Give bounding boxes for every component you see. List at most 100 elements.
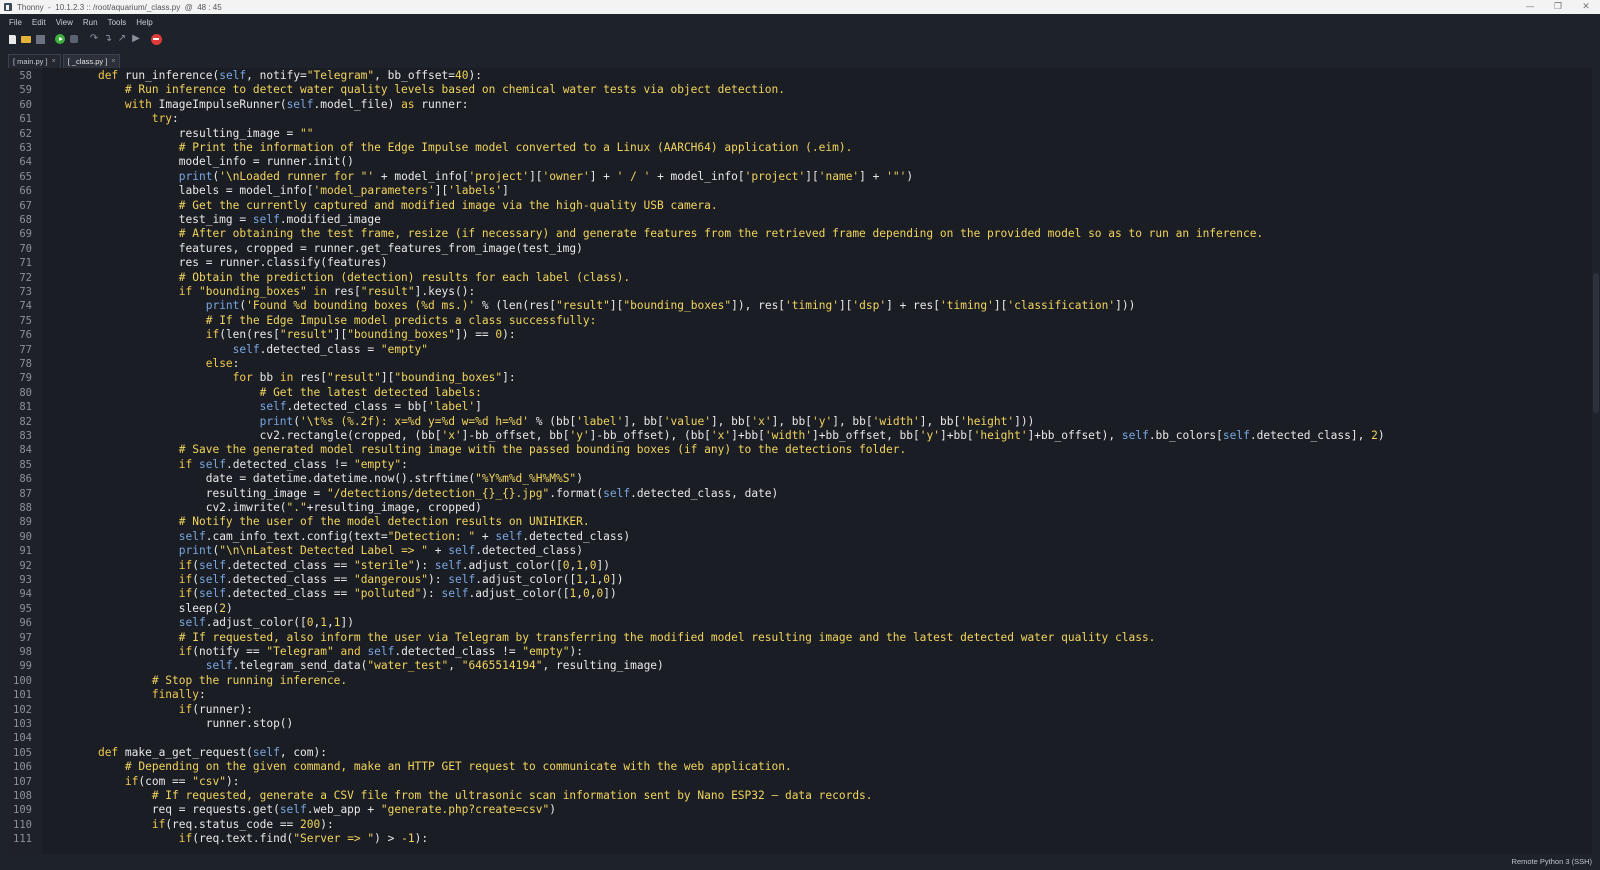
code-line[interactable]: 98 if(notify == "Telegram" and self.dete… [8,645,1592,659]
menu-file[interactable]: File [4,18,27,27]
code-token: .adjust_color([ [205,616,307,630]
code-token: .format( [549,486,604,500]
code-line[interactable]: 104 [8,731,1592,745]
code-line[interactable]: 64 model_info = runner.init() [8,155,1592,169]
code-line[interactable]: 67 # Get the currently captured and modi… [8,199,1592,213]
code-line[interactable]: 93 if(self.detected_class == "dangerous"… [8,573,1592,587]
resume-button[interactable]: ▶ [130,33,142,45]
code-line[interactable]: 75 # If the Edge Impulse model predicts … [8,314,1592,328]
code-token: self [259,400,287,414]
step-over-button[interactable]: ↷ [88,33,100,45]
tab-close-icon[interactable]: × [52,58,56,65]
code-line[interactable]: 99 self.telegram_send_data("water_test",… [8,659,1592,673]
tab-class-py[interactable]: [ _class.py ] × [62,54,121,68]
code-line[interactable]: 63 # Print the information of the Edge I… [8,141,1592,155]
code-line[interactable]: 89 # Notify the user of the model detect… [8,515,1592,529]
code-token: self [219,69,247,82]
code-line[interactable]: 71 res = runner.classify(features) [8,256,1592,270]
code-line[interactable]: 106 # Depending on the given command, ma… [8,760,1592,774]
close-button[interactable]: ✕ [1572,0,1600,14]
code-line[interactable]: 111 if(req.text.find("Server => ") > -1)… [8,832,1592,846]
code-token: ' / ' [616,169,651,183]
maximize-button[interactable]: ❐ [1544,0,1572,14]
menu-edit[interactable]: Edit [27,18,51,27]
step-into-button[interactable]: ↴ [102,33,114,45]
code-line[interactable]: 62 resulting_image = "" [8,127,1592,141]
code-line[interactable]: 68 test_img = self.modified_image [8,213,1592,227]
code-line[interactable]: 92 if(self.detected_class == "sterile"):… [8,559,1592,573]
code-line[interactable]: 74 print('Found %d bounding boxes (%d ms… [8,299,1592,313]
new-file-button[interactable] [6,33,18,45]
code-line[interactable]: 83 cv2.rectangle(cropped, (bb['x']-bb_of… [8,429,1592,443]
code-token: 'x' [441,429,462,442]
code-token: res[ [327,285,361,298]
code-line[interactable]: 69 # After obtaining the test frame, res… [8,227,1592,241]
code-line[interactable]: 110 if(req.status_code == 200): [8,818,1592,832]
code-line[interactable]: 73 if "bounding_boxes" in res["result"].… [8,285,1592,299]
code-token: .web_app + [306,803,381,817]
code-line[interactable]: 94 if(self.detected_class == "polluted")… [8,587,1592,601]
code-token: self [205,659,233,673]
code-line[interactable]: 72 # Obtain the prediction (detection) r… [8,271,1592,285]
code-line[interactable]: 108 # If requested, generate a CSV file … [8,789,1592,803]
code-token: # Print the information of the Edge Impu… [178,141,853,154]
code-line[interactable]: 58 def run_inference(self, notify="Teleg… [8,69,1592,83]
tab-main-py[interactable]: [ main.py ] × [8,54,61,68]
code-line[interactable]: 81 self.detected_class = bb['label'] [8,400,1592,414]
code-token: .detected_class != [394,645,523,658]
code-line[interactable]: 102 if(runner): [8,703,1592,717]
step-out-button[interactable]: ↗ [116,33,128,45]
code-line[interactable]: 87 resulting_image = "/detections/detect… [8,487,1592,501]
tab-close-icon[interactable]: × [111,58,115,65]
code-line[interactable]: 101 finally: [8,688,1592,702]
code-line[interactable]: 105 def make_a_get_request(self, com): [8,746,1592,760]
code-line[interactable]: 70 features, cropped = runner.get_featur… [8,242,1592,256]
menu-view[interactable]: View [51,18,78,27]
menu-help[interactable]: Help [131,18,157,27]
code-line[interactable]: 91 print("\n\nLatest Detected Label => "… [8,544,1592,558]
code-line[interactable]: 96 self.adjust_color([0,1,1]) [8,616,1592,630]
code-line[interactable]: 76 if(len(res["result"]["bounding_boxes"… [8,328,1592,342]
code-token: .detected_class == [225,573,354,586]
code-line[interactable]: 86 date = datetime.datetime.now().strfti… [8,472,1592,486]
interpreter-selector[interactable]: Remote Python 3 (SSH) [1512,857,1592,866]
code-line[interactable]: 109 req = requests.get(self.web_app + "g… [8,803,1592,817]
code-line[interactable]: 100 # Stop the running inference. [8,674,1592,688]
code-line[interactable]: 80 # Get the latest detected labels: [8,386,1592,400]
code-token: 'y' [919,429,940,442]
code-line[interactable]: 79 for bb in res["result"]["bounding_box… [8,371,1592,385]
code-line[interactable]: 60 with ImageImpulseRunner(self.model_fi… [8,98,1592,112]
code-line[interactable]: 107 if(com == "csv"): [8,775,1592,789]
code-line[interactable]: 65 print('\nLoaded runner for "' + model… [8,170,1592,184]
run-button[interactable] [54,33,66,45]
code-line[interactable]: 66 labels = model_info['model_parameters… [8,184,1592,198]
menu-tools[interactable]: Tools [103,18,132,27]
vertical-scrollbar[interactable] [1592,68,1600,854]
code-line[interactable]: 95 sleep(2) [8,602,1592,616]
scrollbar-thumb[interactable] [1593,273,1599,413]
debug-button[interactable] [68,33,80,45]
code-line[interactable]: 61 try: [8,112,1592,126]
code-line[interactable]: 103 runner.stop() [8,717,1592,731]
line-number: 63 [19,142,32,154]
code-line[interactable]: 90 self.cam_info_text.config(text="Detec… [8,530,1592,544]
code-line[interactable]: 82 print('\t%s (%.2f): x=%d y=%d w=%d h=… [8,415,1592,429]
code-text: if(self.detected_class == "polluted"): s… [71,587,617,601]
code-token: (len(res[ [219,328,280,342]
save-file-button[interactable] [34,33,46,45]
stop-button[interactable] [150,33,162,45]
minimize-button[interactable]: — [1516,0,1544,14]
menu-run[interactable]: Run [78,18,103,27]
code-line[interactable]: 77 self.detected_class = "empty" [8,343,1592,357]
line-number: 69 [19,228,32,241]
code-line[interactable]: 85 if self.detected_class != "empty": [8,458,1592,472]
code-line[interactable]: 97 # If requested, also inform the user … [8,631,1592,645]
code-editor[interactable]: 58 def run_inference(self, notify="Teleg… [8,68,1592,854]
open-file-button[interactable] [20,33,32,45]
code-line[interactable]: 78 else: [8,357,1592,371]
code-line[interactable]: 59 # Run inference to detect water quali… [8,83,1592,97]
code-line[interactable]: 84 # Save the generated model resulting … [8,443,1592,457]
code-line[interactable]: 88 cv2.imwrite("."+resulting_image, crop… [8,501,1592,515]
code-token: .model_file) [313,97,402,111]
code-token: , com): [279,745,327,759]
